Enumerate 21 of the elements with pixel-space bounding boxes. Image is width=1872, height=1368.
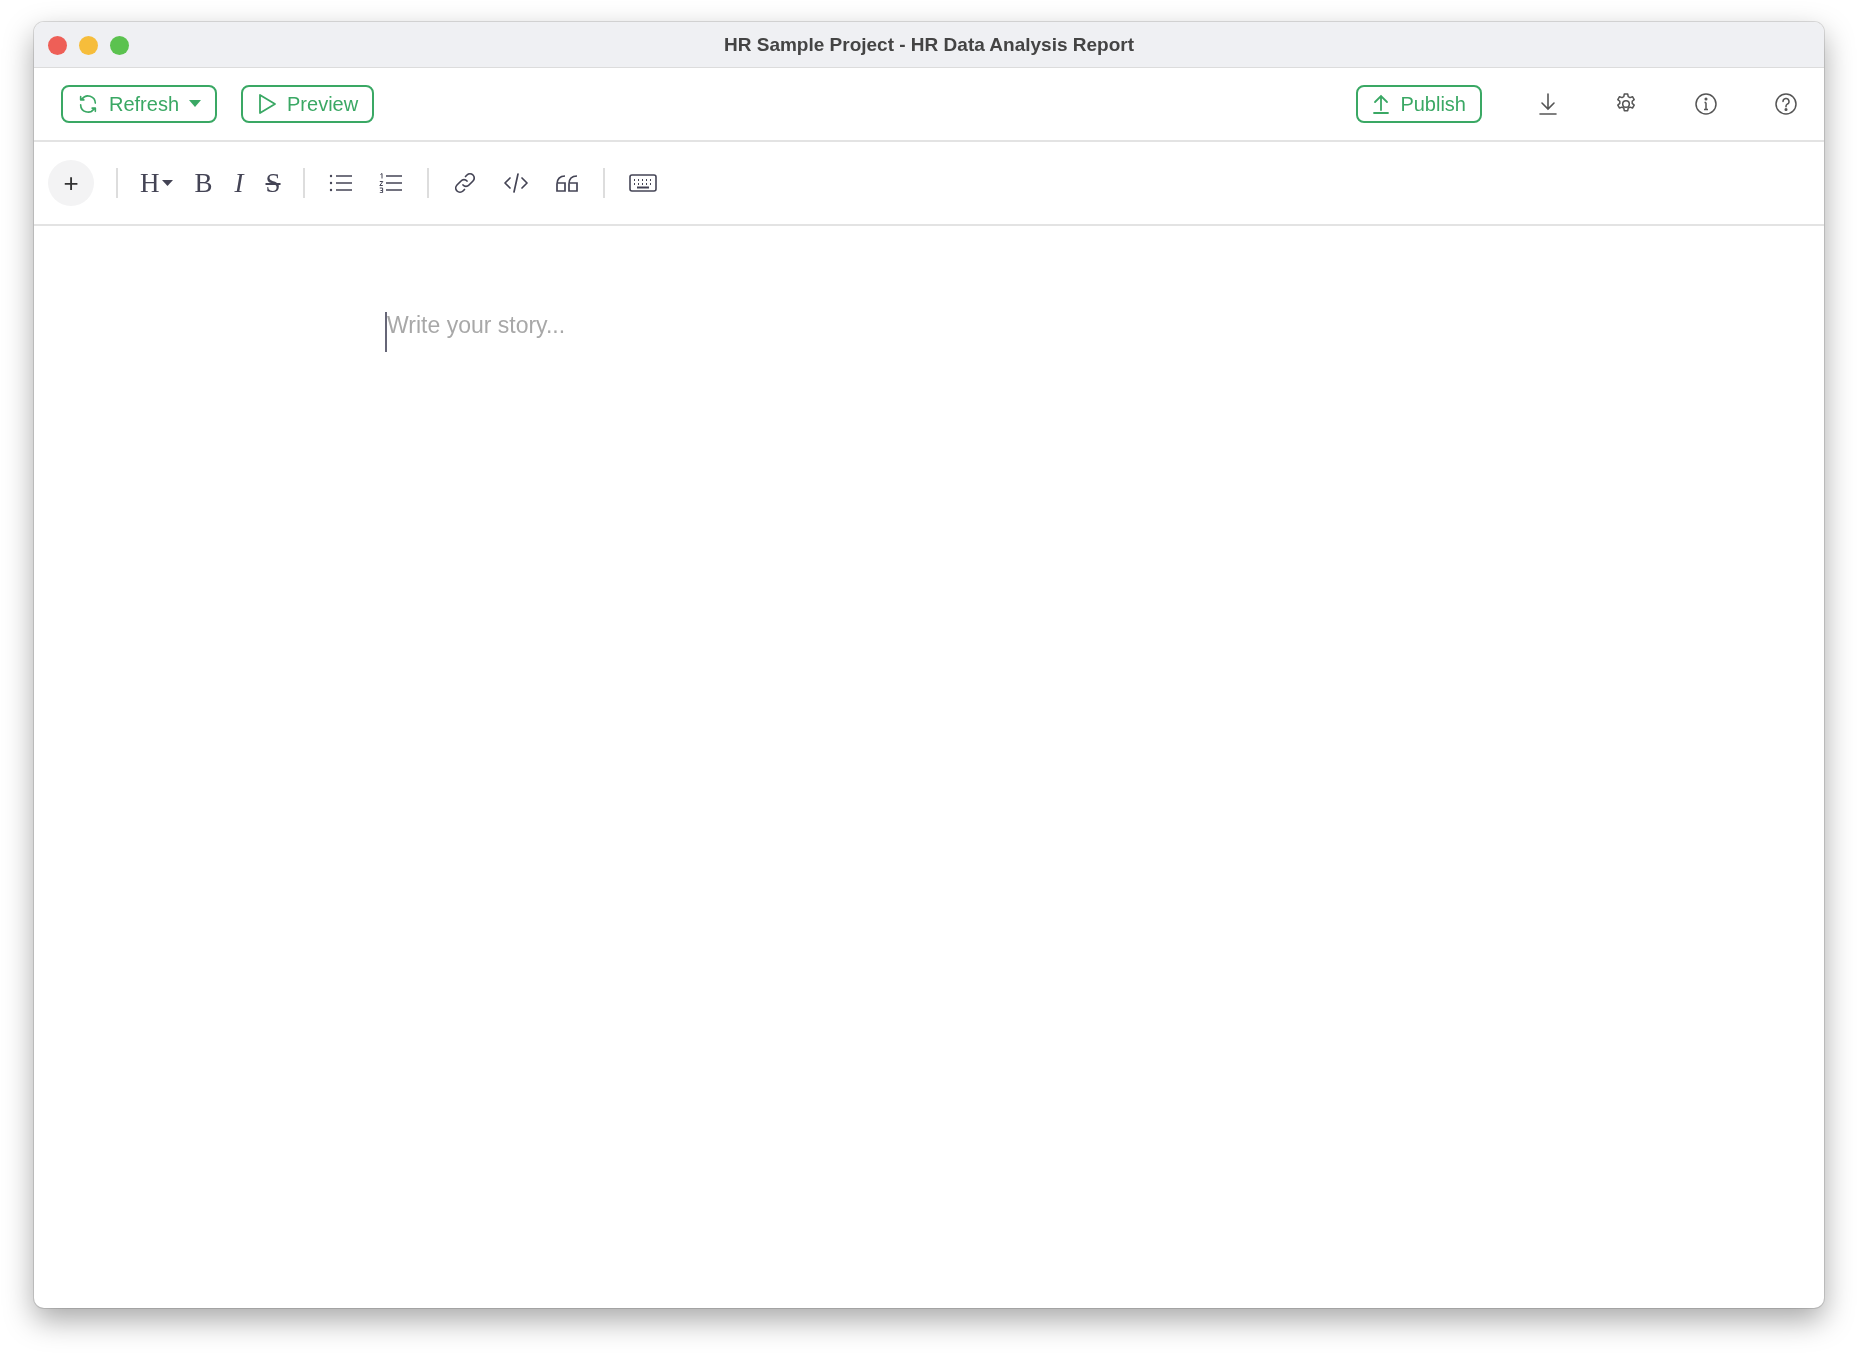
code-icon[interactable] [502,172,529,194]
info-icon[interactable] [1694,92,1718,116]
heading-button[interactable]: H [140,167,173,199]
bold-button[interactable]: B [194,167,213,199]
numbered-list-icon[interactable] [378,173,403,193]
bullet-list-icon[interactable] [328,173,353,193]
strikethrough-button[interactable]: S [265,167,281,199]
close-button[interactable] [48,36,67,55]
download-icon[interactable] [1538,92,1558,116]
window-title: HR Sample Project - HR Data Analysis Report [724,33,1134,56]
caret-icon [161,179,173,187]
add-button[interactable]: + [48,160,94,206]
help-icon[interactable] [1774,92,1798,116]
italic-button[interactable]: I [234,167,244,199]
play-icon [257,93,278,115]
caret-icon [189,100,202,108]
refresh-icon [77,93,99,115]
upload-icon [1372,93,1391,115]
link-icon[interactable] [452,171,477,195]
keyboard-icon[interactable] [628,173,657,193]
quote-icon[interactable] [554,172,579,194]
